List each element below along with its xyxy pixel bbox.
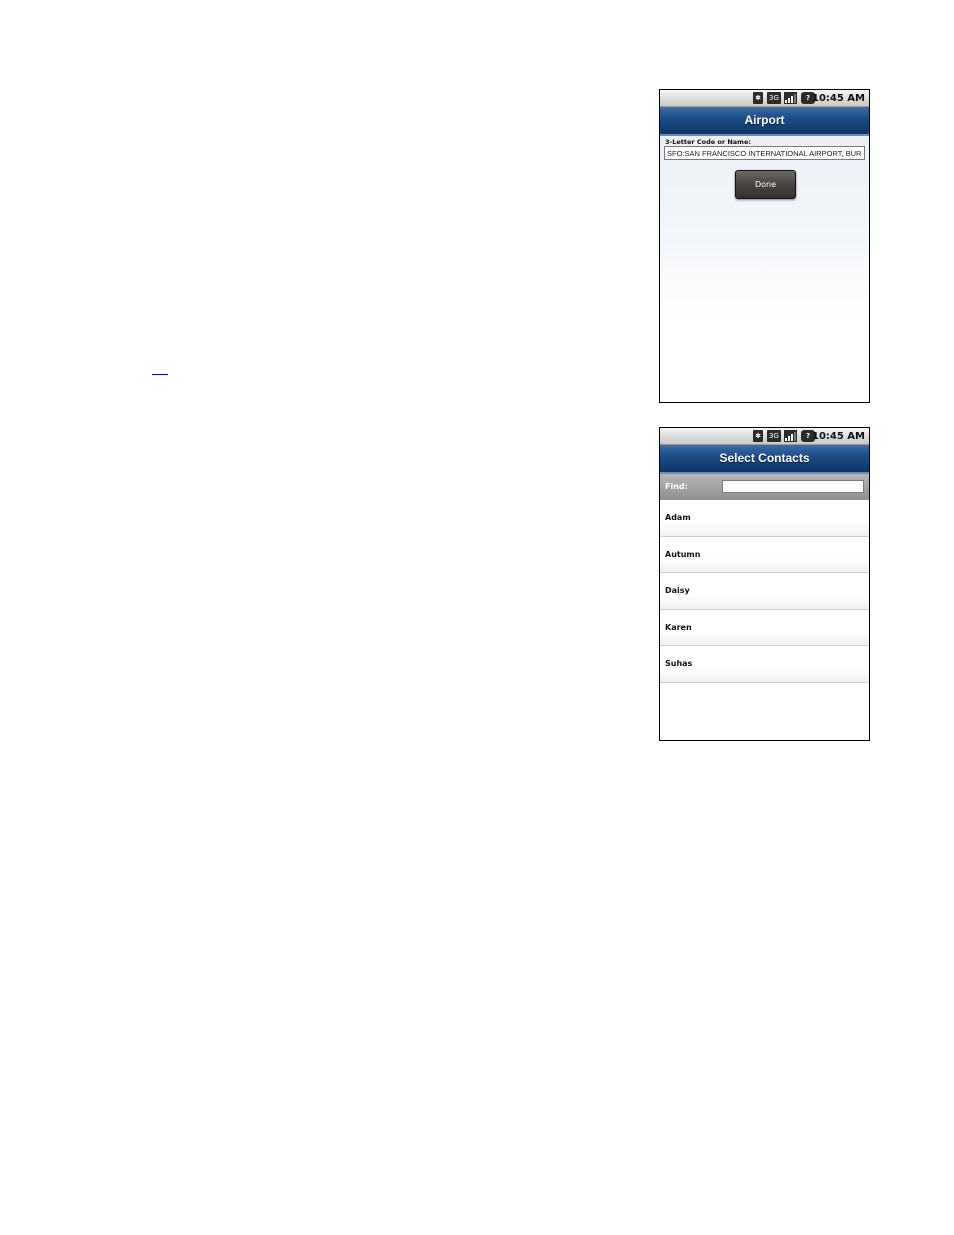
airport-screen: ✱ 3G ? 10:45 AM Airport 3-Letter Code or… <box>659 89 870 403</box>
status-bar: ✱ 3G ? 10:45 AM <box>660 428 869 445</box>
contacts-screen: ✱ 3G ? 10:45 AM Select Contacts Find: Ad… <box>659 427 870 741</box>
status-time: 10:45 AM <box>811 93 865 104</box>
list-item[interactable]: Daisy <box>660 573 869 610</box>
airport-field-label: 3-Letter Code or Name: <box>665 138 751 146</box>
bluetooth-icon: ✱ <box>753 92 763 104</box>
contact-name: Karen <box>665 622 692 632</box>
list-item[interactable]: Suhas <box>660 646 869 683</box>
find-bar: Find: <box>660 474 869 500</box>
contact-name: Adam <box>665 513 691 522</box>
3g-icon: 3G <box>767 92 781 104</box>
airport-form: 3-Letter Code or Name: Done <box>660 136 869 402</box>
status-bar: ✱ 3G ? 10:45 AM <box>660 90 869 107</box>
page-title: Select Contacts <box>660 445 869 474</box>
contact-list: Adam Autumn Daisy Karen Suhas <box>660 500 869 683</box>
contact-name: Daisy <box>665 586 690 595</box>
airport-input[interactable] <box>664 146 865 160</box>
done-button[interactable]: Done <box>735 170 796 199</box>
status-time: 10:45 AM <box>811 431 865 442</box>
contact-name: Autumn <box>665 549 701 559</box>
3g-icon: 3G <box>767 430 781 442</box>
list-item[interactable]: Autumn <box>660 536 869 573</box>
signal-icon <box>784 92 797 104</box>
page-title: Airport <box>660 107 869 136</box>
list-item[interactable]: Karen <box>660 609 869 646</box>
footnote-link[interactable] <box>152 361 168 375</box>
list-item[interactable]: Adam <box>660 500 869 537</box>
contact-name: Suhas <box>665 659 693 668</box>
find-input[interactable] <box>722 480 864 493</box>
find-label: Find: <box>665 482 688 491</box>
signal-icon <box>784 430 797 442</box>
bluetooth-icon: ✱ <box>753 430 763 442</box>
